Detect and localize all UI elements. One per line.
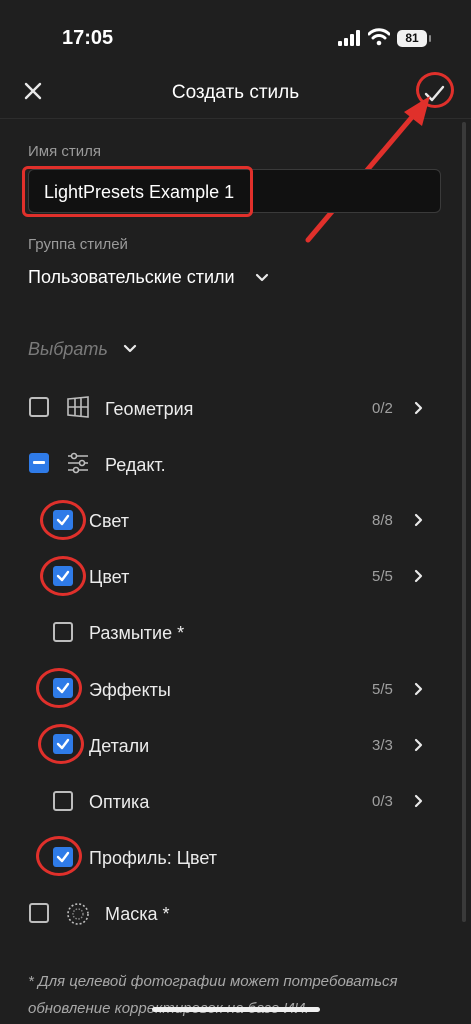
style-group-dropdown[interactable]: Пользовательские стили [28,267,235,288]
item-count: 3/3 [372,737,393,754]
item-count: 5/5 [372,681,393,698]
list-item-label: Геометрия [105,399,194,419]
checkbox-blur[interactable] [53,622,73,642]
checkbox-optics[interactable] [53,791,73,811]
annotation-circle [36,668,82,708]
sliders-icon [68,452,88,474]
chevron-right-icon[interactable] [414,738,424,752]
chevron-right-icon[interactable] [414,401,424,415]
list-item-label: Свет [89,511,130,531]
scrollbar[interactable] [462,122,466,922]
checkbox-mask[interactable] [29,903,49,923]
grid-perspective-icon [67,396,89,418]
list-item-label: Детали [89,736,150,756]
annotation-circle [38,724,84,764]
select-dropdown[interactable]: Выбрать [28,339,108,360]
item-count: 5/5 [372,568,393,585]
list-item-label: Цвет [89,567,130,587]
wifi-icon [368,28,390,46]
annotation-circle [36,836,82,876]
item-count: 8/8 [372,512,393,529]
annotation-circle [40,500,86,540]
list-item-label: Профиль: Цвет [89,848,218,868]
list-item-label: Маска * [105,904,170,924]
cellular-signal-icon [338,30,360,46]
footnote: * Для целевой фотографии может потребова… [28,973,398,1017]
style-name-label: Имя стиля [28,143,102,160]
style-group-label: Группа стилей [28,236,128,253]
list-item-label: Редакт. [105,455,166,475]
checkbox-edit[interactable] [29,453,49,473]
chevron-right-icon[interactable] [414,794,424,808]
mask-icon [67,903,89,925]
home-indicator[interactable] [152,1007,320,1012]
chevron-right-icon[interactable] [414,569,424,583]
list-item-label: Эффекты [89,680,171,700]
status-time: 17:05 [62,27,114,49]
chevron-down-icon[interactable] [255,273,269,283]
checkbox-geometry[interactable] [29,397,49,417]
style-name-highlight [22,166,253,217]
battery-indicator: 81 [397,30,431,47]
item-count: 0/3 [372,793,393,810]
chevron-down-icon[interactable] [123,344,137,354]
list-item-label: Размытие * [89,623,185,643]
annotation-circle [40,556,86,596]
chevron-right-icon[interactable] [414,682,424,696]
item-count: 0/2 [372,400,393,417]
chevron-right-icon[interactable] [414,513,424,527]
list-item-label: Оптика [89,792,150,812]
